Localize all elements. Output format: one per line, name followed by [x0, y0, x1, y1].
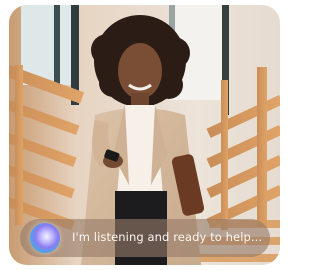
- assistant-status-text: I'm listening and ready to help...: [72, 230, 263, 245]
- voice-assistant-orb-icon[interactable]: [30, 223, 60, 253]
- assistant-status-bar[interactable]: I'm listening and ready to help...: [20, 219, 270, 257]
- image-card: I'm listening and ready to help...: [9, 5, 280, 265]
